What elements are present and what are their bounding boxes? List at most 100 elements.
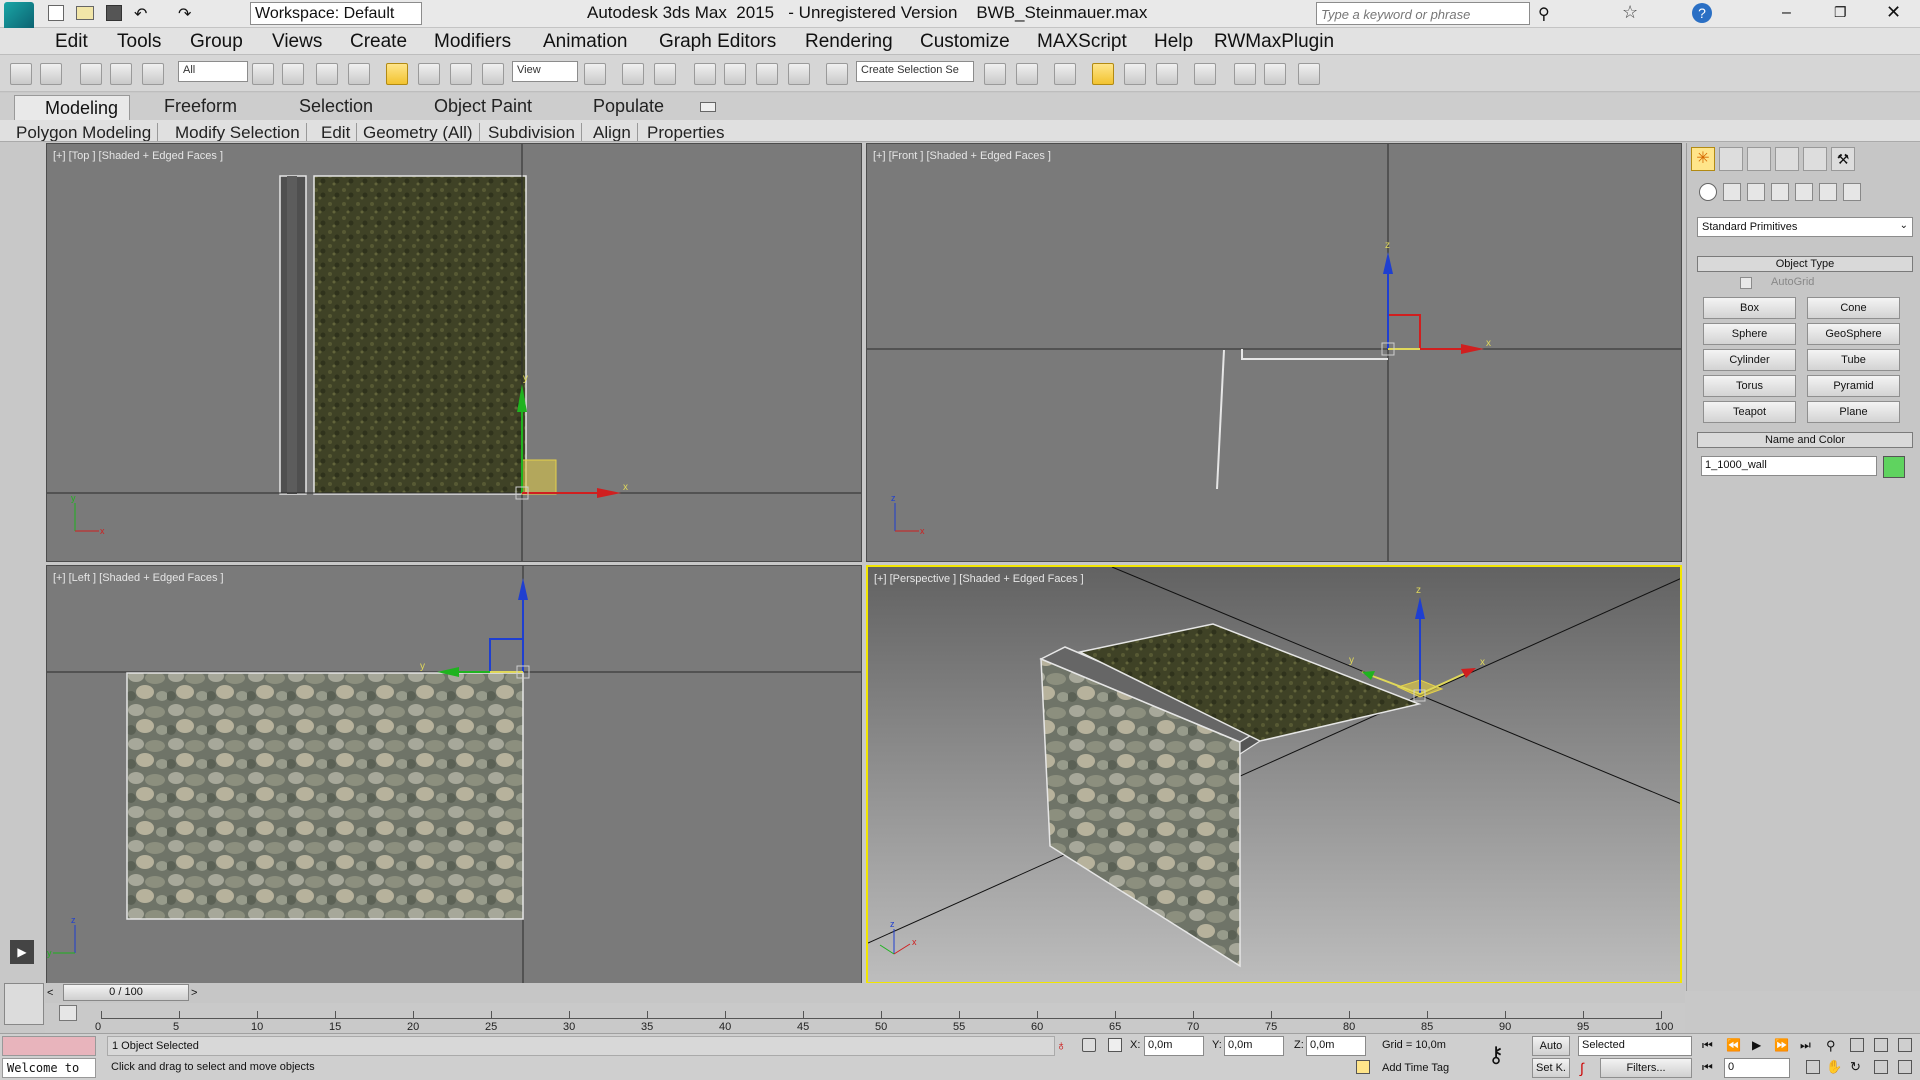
sphere-button[interactable]: Sphere bbox=[1703, 323, 1796, 345]
utilities-tab-icon[interactable]: ⚒ bbox=[1831, 147, 1855, 171]
bind-space-warp-icon[interactable] bbox=[142, 63, 164, 85]
graphite-ribbon-icon[interactable] bbox=[1124, 63, 1146, 85]
mirror-icon[interactable] bbox=[984, 63, 1006, 85]
menu-create[interactable]: Create bbox=[350, 31, 407, 53]
menu-graph-editors[interactable]: Graph Editors bbox=[659, 31, 776, 53]
z-coord-field[interactable]: 0,0m bbox=[1306, 1036, 1366, 1056]
select-rotate-icon[interactable] bbox=[418, 63, 440, 85]
rectangular-selection-icon[interactable] bbox=[316, 63, 338, 85]
restore-icon[interactable]: ❐ bbox=[1834, 4, 1847, 21]
create-tab-icon[interactable]: ✳ bbox=[1691, 147, 1715, 171]
pyramid-button[interactable]: Pyramid bbox=[1807, 375, 1900, 397]
viewport-front[interactable]: [+] [Front ] [Shaded + Edged Faces ] z x… bbox=[866, 143, 1682, 562]
select-manipulate-icon[interactable] bbox=[622, 63, 644, 85]
close-icon[interactable]: ✕ bbox=[1886, 2, 1901, 23]
panel-modify-selection[interactable]: Modify Selection bbox=[175, 123, 307, 141]
unlink-icon[interactable] bbox=[110, 63, 132, 85]
viewport-perspective[interactable]: [+] [Perspective ] [Shaded + Edged Faces… bbox=[866, 565, 1682, 984]
systems-category-icon[interactable] bbox=[1843, 183, 1861, 201]
tab-modeling[interactable]: Modeling bbox=[14, 95, 130, 120]
tube-button[interactable]: Tube bbox=[1807, 349, 1900, 371]
menu-views[interactable]: Views bbox=[272, 31, 322, 53]
next-frame-icon[interactable]: ⏩ bbox=[1774, 1038, 1789, 1052]
lock-selection-icon[interactable] bbox=[1082, 1038, 1096, 1052]
material-editor-icon[interactable] bbox=[1234, 63, 1256, 85]
pan-view-icon[interactable]: ✋ bbox=[1826, 1059, 1842, 1075]
align-icon[interactable] bbox=[1016, 63, 1038, 85]
geometry-category-icon[interactable] bbox=[1699, 183, 1717, 201]
menu-modifiers[interactable]: Modifiers bbox=[434, 31, 511, 53]
track-bar[interactable]: 0 5 10 15 20 25 30 35 40 45 50 55 60 65 70 75 80 85 90 95 10… bbox=[45, 1003, 1685, 1037]
spacewarps-category-icon[interactable] bbox=[1819, 183, 1837, 201]
menu-rendering[interactable]: Rendering bbox=[805, 31, 893, 53]
help-icon[interactable]: ? bbox=[1692, 3, 1712, 23]
select-move-icon[interactable] bbox=[386, 63, 408, 85]
layer-manager-icon[interactable] bbox=[1054, 63, 1076, 85]
zoom-extents-icon[interactable] bbox=[1874, 1038, 1888, 1052]
window-crossing-icon[interactable] bbox=[348, 63, 370, 85]
cameras-category-icon[interactable] bbox=[1771, 183, 1789, 201]
panel-properties[interactable]: Properties bbox=[647, 123, 730, 141]
percent-snap-icon[interactable] bbox=[756, 63, 778, 85]
key-mode-icon[interactable]: ⏮ bbox=[1702, 1060, 1713, 1075]
ribbon-options-icon[interactable] bbox=[700, 102, 716, 112]
panel-polygon-modeling[interactable]: Polygon Modeling bbox=[16, 123, 159, 141]
select-place-icon[interactable] bbox=[482, 63, 504, 85]
primitive-category-dropdown[interactable]: Standard Primitives ⌄ bbox=[1697, 217, 1913, 237]
maxscript-listener-field[interactable]: Welcome to bbox=[2, 1058, 96, 1078]
add-time-tag-label[interactable]: Add Time Tag bbox=[1382, 1062, 1449, 1074]
torus-button[interactable]: Torus bbox=[1703, 375, 1796, 397]
tab-selection[interactable]: Selection bbox=[299, 96, 373, 117]
motion-tab-icon[interactable] bbox=[1775, 147, 1799, 171]
time-next-icon[interactable]: > bbox=[191, 985, 205, 1001]
render-icon[interactable] bbox=[1298, 63, 1320, 85]
teapot-button[interactable]: Teapot bbox=[1703, 401, 1796, 423]
goto-end-icon[interactable]: ⏭ bbox=[1800, 1038, 1811, 1053]
time-prev-icon[interactable]: < bbox=[47, 985, 61, 1001]
tab-populate[interactable]: Populate bbox=[593, 96, 664, 117]
panel-align[interactable]: Align bbox=[593, 123, 638, 141]
menu-tools[interactable]: Tools bbox=[117, 31, 161, 53]
undo-toolbar-icon[interactable] bbox=[10, 63, 32, 85]
open-file-icon[interactable] bbox=[76, 6, 94, 20]
menu-customize[interactable]: Customize bbox=[920, 31, 1010, 53]
spinner-snap-icon[interactable] bbox=[788, 63, 810, 85]
add-time-tag-icon[interactable] bbox=[1356, 1060, 1370, 1074]
play-icon[interactable]: ▶ bbox=[1752, 1038, 1761, 1052]
name-color-rollout[interactable]: Name and Color bbox=[1697, 432, 1913, 448]
current-frame-field[interactable]: 0 bbox=[1724, 1058, 1790, 1078]
auto-key-button[interactable]: Auto bbox=[1532, 1036, 1570, 1056]
viewport-left[interactable]: [+] [Left ] [Shaded + Edged Faces ] y z … bbox=[46, 565, 862, 984]
object-name-field[interactable]: 1_1000_wall bbox=[1701, 456, 1877, 476]
cone-button[interactable]: Cone bbox=[1807, 297, 1900, 319]
undo-icon[interactable]: ↶ bbox=[134, 4, 147, 24]
lights-category-icon[interactable] bbox=[1747, 183, 1765, 201]
helpers-category-icon[interactable] bbox=[1795, 183, 1813, 201]
goto-start-icon[interactable]: ⏮ bbox=[1702, 1038, 1713, 1053]
panel-edit[interactable]: Edit bbox=[321, 123, 358, 141]
expand-strip-icon[interactable]: ▶ bbox=[10, 940, 34, 964]
link-icon[interactable] bbox=[80, 63, 102, 85]
viewport-layout-icon[interactable] bbox=[4, 983, 44, 1025]
menu-animation[interactable]: Animation bbox=[543, 31, 628, 53]
object-color-swatch[interactable] bbox=[1883, 456, 1905, 478]
absolute-mode-icon[interactable] bbox=[1108, 1038, 1122, 1052]
curve-editor-icon[interactable] bbox=[1156, 63, 1178, 85]
named-selection-dropdown[interactable]: Create Selection Se bbox=[856, 61, 974, 82]
key-selection-dropdown[interactable]: Selected bbox=[1578, 1036, 1692, 1056]
x-coord-field[interactable]: 0,0m bbox=[1144, 1036, 1204, 1056]
modify-tab-icon[interactable] bbox=[1719, 147, 1743, 171]
curve-icon[interactable]: ∫ bbox=[1580, 1060, 1584, 1076]
walk-through-icon[interactable] bbox=[1874, 1060, 1888, 1074]
edit-named-selection-icon[interactable] bbox=[826, 63, 848, 85]
menu-group[interactable]: Group bbox=[190, 31, 243, 53]
menu-maxscript[interactable]: MAXScript bbox=[1037, 31, 1127, 53]
autogrid-checkbox[interactable] bbox=[1740, 277, 1752, 289]
isolate-selection-icon[interactable]: ♁ bbox=[1056, 1037, 1067, 1053]
selection-filter-dropdown[interactable]: All bbox=[178, 61, 248, 82]
keyboard-shortcut-icon[interactable] bbox=[654, 63, 676, 85]
hierarchy-tab-icon[interactable] bbox=[1747, 147, 1771, 171]
plane-button[interactable]: Plane bbox=[1807, 401, 1900, 423]
render-setup-icon[interactable] bbox=[1264, 63, 1286, 85]
tab-freeform[interactable]: Freeform bbox=[164, 96, 237, 117]
